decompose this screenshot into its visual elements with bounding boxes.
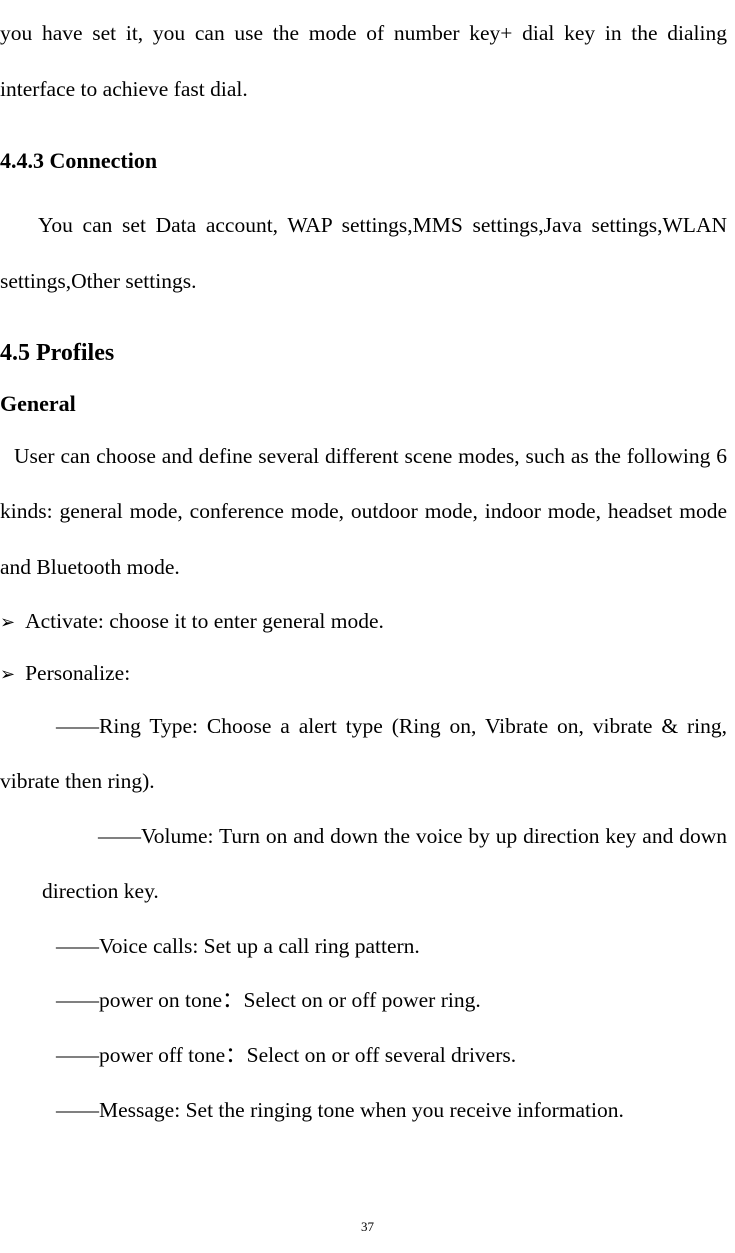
sub-voice-calls: ——Voice calls: Set up a call ring patter… [0,919,727,974]
bullet-marker-icon: ➢ [0,653,15,696]
sub-power-off: ——power off tone：Select on or off severa… [0,1028,727,1083]
bullet-activate-text: Activate: choose it to enter general mod… [25,596,384,648]
general-paragraph: User can choose and define several diffe… [0,429,727,597]
heading-general: General [0,391,727,417]
sub-ring-type: ——Ring Type: Choose a alert type (Ring o… [0,699,727,809]
sub-power-on: ——power on tone：Select on or off power r… [0,973,727,1028]
bullet-personalize: ➢ Personalize: [0,648,727,700]
intro-paragraph: you have set it, you can use the mode of… [0,6,727,118]
heading-4-4-3: 4.4.3 Connection [0,148,727,174]
heading-4-5: 4.5 Profiles [0,340,727,367]
sub-message: ——Message: Set the ringing tone when you… [0,1083,727,1138]
bullet-personalize-text: Personalize: [25,648,130,700]
page-number: 37 [361,1219,374,1235]
bullet-activate: ➢ Activate: choose it to enter general m… [0,596,727,648]
connection-paragraph: You can set Data account, WAP settings,M… [0,198,727,310]
sub-volume: ——Volume: Turn on and down the voice by … [0,809,727,919]
bullet-marker-icon: ➢ [0,601,15,644]
